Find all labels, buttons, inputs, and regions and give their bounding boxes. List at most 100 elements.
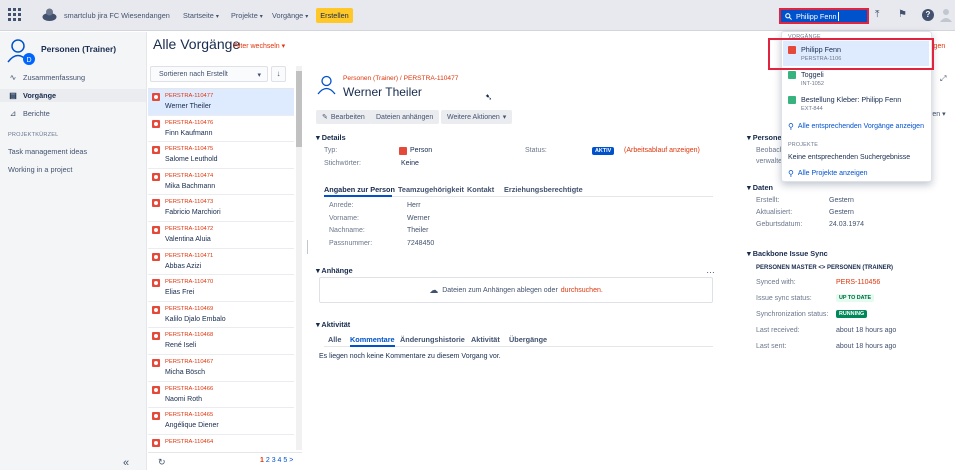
sync-status-badge: RUNNING xyxy=(836,310,868,318)
project-avatar-icon: D xyxy=(7,39,35,65)
refresh-icon[interactable]: ↻ xyxy=(158,457,166,468)
search-icon: ⚲ xyxy=(788,122,794,131)
issue-key: PERSTRA-110466 xyxy=(165,385,214,392)
upload-icon[interactable]: ⤒ xyxy=(875,9,879,20)
project-sidebar: D Personen (Trainer) ∿ Zusammenfassung ▤ V… xyxy=(0,32,147,470)
search-icon xyxy=(785,12,792,20)
list-item[interactable]: PERSTRA-110466 Naomi Roth xyxy=(148,382,294,409)
list-item[interactable]: PERSTRA-110464 xyxy=(148,435,294,451)
all-matching-issues-link[interactable]: ⚲ Alle entsprechenden Vorgänge anzeigen xyxy=(788,122,924,131)
sidebar-item-vorgaenge[interactable]: ▤ Vorgänge xyxy=(0,89,146,102)
expand-icon[interactable]: ⤢ xyxy=(940,74,946,84)
edit-button[interactable]: ✎ Bearbeiten xyxy=(316,110,371,124)
search-result-item[interactable]: Bestellung Kleber: Philipp Fenn EXT-844 xyxy=(788,95,928,117)
field-label: Vorname: xyxy=(329,214,359,222)
search-input[interactable]: Philipp Fenn xyxy=(779,8,869,24)
list-item[interactable]: PERSTRA-110472 Valentina Aluia xyxy=(148,222,294,249)
breadcrumb[interactable]: Personen (Trainer) / PERSTRA-110477 xyxy=(343,75,458,82)
tab-erziehungsberechtigte[interactable]: Erziehungsberechtigte xyxy=(504,185,583,194)
nav-vorgaenge[interactable]: Vorgänge ▾ xyxy=(272,11,308,20)
panel-divider[interactable] xyxy=(307,240,308,254)
notifications-icon[interactable]: ⚑ xyxy=(898,9,907,20)
date-label: Aktualisiert: xyxy=(756,209,793,216)
search-result-title: Bestellung Kleber: Philipp Fenn xyxy=(801,95,902,104)
tab-teamzugehoerigkeit[interactable]: Teamzugehörigkeit xyxy=(398,185,464,194)
chevron-down-icon: ▾ xyxy=(305,14,309,20)
more-actions-button[interactable]: Weitere Aktionen ▾ xyxy=(441,110,513,124)
tab-kommentare[interactable]: Kommentare xyxy=(350,335,395,344)
search-result-item[interactable]: Toggeli INT-1052 xyxy=(788,70,928,92)
list-item[interactable]: PERSTRA-110475 Salome Leuthold xyxy=(148,142,294,169)
pencil-icon: ✎ xyxy=(322,114,328,121)
tab-aenderungshistorie[interactable]: Änderungshistorie xyxy=(400,335,465,344)
field-value: 7248450 xyxy=(407,239,435,247)
list-item[interactable]: PERSTRA-110473 Fabricio Marchiori xyxy=(148,195,294,222)
all-projects-label: Alle Projekte anzeigen xyxy=(797,170,868,177)
list-item[interactable]: PERSTRA-110476 Finn Kaufmann xyxy=(148,116,294,143)
status-badge[interactable]: AKTIV xyxy=(592,147,615,155)
sort-select[interactable]: Sortieren nach Erstellt ▾ xyxy=(150,66,268,82)
list-item[interactable]: PERSTRA-110465 Angélique Diener xyxy=(148,408,294,435)
chevron-down-icon: ▾ xyxy=(281,43,286,50)
activity-heading[interactable]: ▾ Aktivität xyxy=(316,320,350,329)
attach-files-button[interactable]: Dateien anhängen xyxy=(370,110,440,124)
highlight-annotation-box xyxy=(768,38,934,70)
tab-alle[interactable]: Alle xyxy=(328,335,341,344)
people-heading[interactable]: ▾ Persone xyxy=(747,133,782,142)
more-options-icon[interactable]: … xyxy=(706,265,715,275)
collapse-sidebar-icon[interactable]: « xyxy=(123,457,129,469)
tab-angaben-zur-person[interactable]: Angaben zur Person xyxy=(324,185,395,194)
pagination[interactable]: 1 2 3 4 5 > xyxy=(260,457,293,464)
tab-aktivitaet[interactable]: Aktivität xyxy=(471,335,500,344)
filter-switch-link[interactable]: Filter wechseln ▾ xyxy=(233,42,285,50)
nav-startseite[interactable]: Startseite ▾ xyxy=(183,11,219,20)
person-type-icon xyxy=(152,279,160,288)
list-item[interactable]: PERSTRA-110469 Kalilo Djalo Embalo xyxy=(148,302,294,329)
list-item[interactable]: PERSTRA-110474 Mika Bachmann xyxy=(148,169,294,196)
tab-uebergaenge[interactable]: Übergänge xyxy=(509,335,547,344)
sidebar-link-working-in-project[interactable]: Working in a project xyxy=(8,165,72,174)
list-item[interactable]: PERSTRA-110468 René Iseli xyxy=(148,328,294,355)
sidebar-link-task-management[interactable]: Task management ideas xyxy=(8,147,87,156)
user-avatar-icon[interactable] xyxy=(940,8,952,22)
partial-button[interactable]: ren ▾ xyxy=(930,110,946,118)
project-name[interactable]: Personen (Trainer) xyxy=(41,44,116,54)
sort-direction-button[interactable]: ↓ xyxy=(271,66,286,82)
status-label: Status: xyxy=(525,147,547,154)
browse-link[interactable]: durchsuchen. xyxy=(561,287,603,294)
all-projects-link[interactable]: ⚲ Alle Projekte anzeigen xyxy=(788,169,868,178)
no-comments-text: Es liegen noch keine Kommentare zu diese… xyxy=(319,353,501,360)
field-value: Theiler xyxy=(407,227,429,234)
details-heading[interactable]: ▾ Details xyxy=(316,133,346,142)
person-type-icon xyxy=(152,119,160,128)
tab-kontakt[interactable]: Kontakt xyxy=(467,185,494,194)
issue-summary: Angélique Diener xyxy=(165,422,219,430)
synced-issue-link[interactable]: PERS-110456 xyxy=(836,279,880,286)
create-button[interactable]: Erstellen xyxy=(316,8,353,23)
list-item[interactable]: PERSTRA-110471 Abbas Azizi xyxy=(148,249,294,276)
nav-projekte[interactable]: Projekte ▾ xyxy=(231,11,263,20)
svg-text:D: D xyxy=(26,57,31,64)
list-scrollbar-thumb[interactable] xyxy=(296,71,302,147)
help-icon[interactable]: ? xyxy=(922,9,934,21)
sync-heading[interactable]: ▾ Backbone Issue Sync xyxy=(747,249,828,258)
sidebar-item-zusammenfassung[interactable]: ∿ Zusammenfassung xyxy=(8,73,85,82)
person-type-icon xyxy=(152,412,160,421)
attachment-drop-zone[interactable]: ☁ Dateien zum Anhängen ablegen oder durc… xyxy=(319,277,713,303)
dates-heading[interactable]: ▾ Daten xyxy=(747,183,773,192)
pulse-icon: ∿ xyxy=(9,73,17,82)
sidebar-section-heading: PROJEKTKÜRZEL xyxy=(8,132,59,138)
list-item[interactable]: PERSTRA-110470 Elias Frei xyxy=(148,275,294,302)
other-pages[interactable]: 2 3 4 5 > xyxy=(266,457,293,464)
sidebar-item-berichte[interactable]: ⊿ Berichte xyxy=(8,109,50,118)
club-logo-icon[interactable] xyxy=(41,7,58,22)
person-type-icon xyxy=(152,172,160,181)
app-switcher-icon[interactable] xyxy=(8,8,21,21)
app-title[interactable]: smartclub jira FC Wiesendangen xyxy=(64,11,170,20)
list-item[interactable]: PERSTRA-110467 Micha Bösch xyxy=(148,355,294,382)
attachments-heading[interactable]: ▾ Anhänge xyxy=(316,266,353,275)
sync-value: about 18 hours ago xyxy=(836,343,897,350)
issue-key: PERSTRA-110472 xyxy=(165,225,214,232)
workflow-link[interactable]: (Arbeitsablauf anzeigen) xyxy=(624,147,700,154)
list-item[interactable]: PERSTRA-110477 Werner Theiler xyxy=(148,89,294,116)
